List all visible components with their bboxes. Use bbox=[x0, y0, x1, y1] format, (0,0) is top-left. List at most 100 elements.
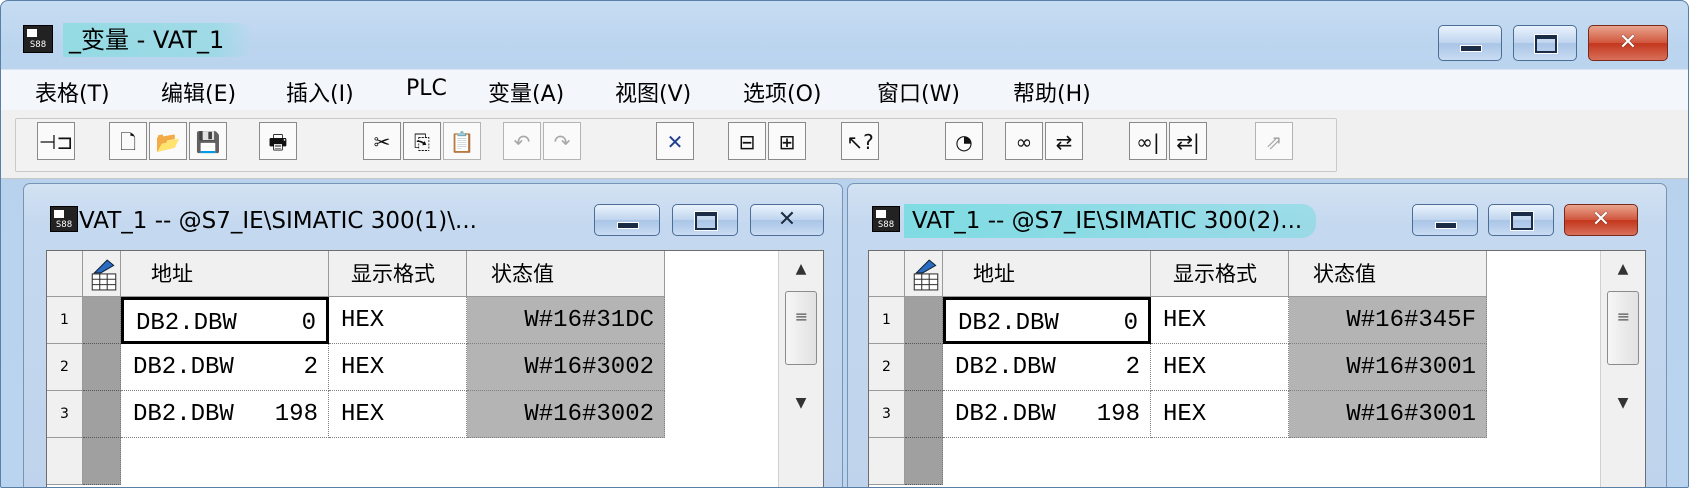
new-file-icon[interactable]: 🗋 bbox=[109, 122, 147, 160]
vat-window-icon: S88 bbox=[50, 206, 78, 232]
vat-window-1: S88 VAT_1 -- @S7_IE\SIMATIC 300(1)\... ✕… bbox=[23, 183, 843, 487]
address-cell[interactable]: DB2.DBW 0 bbox=[121, 297, 329, 344]
row-selector[interactable] bbox=[905, 438, 943, 485]
undo-icon[interactable]: ↶ bbox=[503, 122, 541, 160]
address-cell[interactable]: DB2.DBW 198 bbox=[943, 391, 1151, 438]
format-cell[interactable]: HEX bbox=[329, 297, 467, 344]
row-number[interactable]: 1 bbox=[869, 297, 905, 344]
scroll-down-icon[interactable]: ▼ bbox=[1601, 385, 1645, 421]
monitor-glasses-icon[interactable]: ∞ bbox=[1005, 122, 1043, 160]
row-selector[interactable] bbox=[83, 344, 121, 391]
maximize-button[interactable] bbox=[1513, 25, 1577, 61]
cut-icon[interactable]: ✂ bbox=[363, 122, 401, 160]
column-header-format[interactable]: 显示格式 bbox=[329, 251, 467, 297]
format-cell[interactable]: HEX bbox=[329, 344, 467, 391]
window-title: _变量 - VAT_1 bbox=[63, 23, 255, 57]
vat-1-maximize-button[interactable] bbox=[672, 204, 738, 236]
scroll-thumb[interactable]: ≡ bbox=[1607, 291, 1639, 365]
vat-1-close-button[interactable]: ✕ bbox=[750, 204, 824, 236]
vat-window-2: S88 VAT_1 -- @S7_IE\SIMATIC 300(2)... ✕ … bbox=[847, 183, 1667, 487]
row-selector[interactable] bbox=[83, 438, 121, 485]
pin-icon[interactable]: ⊣⊐ bbox=[37, 122, 75, 160]
scroll-up-icon[interactable]: ▲ bbox=[779, 251, 823, 287]
row-number[interactable]: 2 bbox=[47, 344, 83, 391]
column-header-address[interactable]: 地址 bbox=[943, 251, 1151, 297]
vat-2-maximize-button[interactable] bbox=[1488, 204, 1554, 236]
toolbar: ⊣⊐ 🗋 📂 💾 🖶 ✂ ⎘ 📋 ↶ ↷ ✕ ⊟ ⊞ ↖? ◔ ∞ ⇄ ∞| ⇄… bbox=[1, 110, 1688, 179]
close-button[interactable]: ✕ bbox=[1588, 25, 1668, 61]
online-icon[interactable]: ⊟ bbox=[728, 122, 766, 160]
paste-icon[interactable]: 📋 bbox=[443, 122, 481, 160]
vertical-scrollbar[interactable]: ▲ ≡ ▼ bbox=[778, 251, 823, 487]
force-icon[interactable]: ⇗ bbox=[1255, 122, 1293, 160]
simatic-app-icon: S88 bbox=[23, 25, 53, 53]
column-header-status[interactable]: 状态值 bbox=[467, 251, 665, 297]
copy-icon[interactable]: ⎘ bbox=[403, 122, 441, 160]
vat-window-1-title: VAT_1 -- @S7_IE\SIMATIC 300(1)\... bbox=[79, 208, 477, 234]
delete-icon[interactable]: ✕ bbox=[656, 122, 694, 160]
monitor-trigger-icon[interactable]: ◔ bbox=[945, 122, 983, 160]
open-folder-icon[interactable]: 📂 bbox=[149, 122, 187, 160]
row-number[interactable] bbox=[869, 438, 905, 485]
menu-variable[interactable]: 变量(A) bbox=[488, 76, 564, 108]
scroll-down-icon[interactable]: ▼ bbox=[779, 385, 823, 421]
row-number[interactable]: 3 bbox=[47, 391, 83, 438]
vertical-scrollbar[interactable]: ▲ ≡ ▼ bbox=[1600, 251, 1645, 487]
row-number[interactable]: 2 bbox=[869, 344, 905, 391]
scroll-thumb[interactable]: ≡ bbox=[785, 291, 817, 365]
address-cell[interactable]: DB2.DBW 198 bbox=[121, 391, 329, 438]
monitor-once-icon[interactable]: ∞| bbox=[1129, 122, 1167, 160]
menu-table[interactable]: 表格(T) bbox=[35, 76, 110, 108]
column-header-status[interactable]: 状态值 bbox=[1289, 251, 1487, 297]
vat-1-minimize-button[interactable] bbox=[594, 204, 660, 236]
row-number[interactable]: 3 bbox=[869, 391, 905, 438]
row-number[interactable]: 1 bbox=[47, 297, 83, 344]
row-selector[interactable] bbox=[83, 391, 121, 438]
save-icon[interactable]: 💾 bbox=[189, 122, 227, 160]
format-cell[interactable]: HEX bbox=[1151, 297, 1289, 344]
menu-view[interactable]: 视图(V) bbox=[615, 76, 691, 108]
column-header-format[interactable]: 显示格式 bbox=[1151, 251, 1289, 297]
row-selector[interactable] bbox=[905, 344, 943, 391]
vat-2-minimize-button[interactable] bbox=[1412, 204, 1478, 236]
menu-help[interactable]: 帮助(H) bbox=[1013, 76, 1091, 108]
row-selector[interactable] bbox=[905, 391, 943, 438]
vat-2-table: 地址 显示格式 状态值 1 DB2.DBW 0 HEX W#16#345F 2 D… bbox=[868, 250, 1646, 487]
modify-once-icon[interactable]: ⇄| bbox=[1169, 122, 1207, 160]
format-cell[interactable]: HEX bbox=[329, 391, 467, 438]
row-number[interactable] bbox=[47, 438, 83, 485]
menu-bar: 表格(T) 编辑(E) 插入(I) PLC 变量(A) 视图(V) 选项(O) … bbox=[1, 69, 1688, 111]
vat-window-2-title: VAT_1 -- @S7_IE\SIMATIC 300(2)... bbox=[904, 204, 1317, 238]
header-symbol[interactable] bbox=[83, 251, 121, 297]
modify-icon[interactable]: ⇄ bbox=[1045, 122, 1083, 160]
menu-options[interactable]: 选项(O) bbox=[743, 76, 821, 108]
address-cell[interactable]: DB2.DBW 2 bbox=[121, 344, 329, 391]
table-symbol-icon bbox=[91, 259, 117, 291]
minimize-button[interactable] bbox=[1438, 25, 1502, 61]
close-icon: ✕ bbox=[1618, 30, 1638, 55]
address-cell[interactable]: DB2.DBW 2 bbox=[943, 344, 1151, 391]
help-pointer-icon[interactable]: ↖? bbox=[841, 122, 879, 160]
format-cell[interactable]: HEX bbox=[1151, 391, 1289, 438]
format-cell[interactable]: HEX bbox=[1151, 344, 1289, 391]
minimize-icon bbox=[1460, 44, 1482, 52]
row-selector[interactable] bbox=[905, 297, 943, 344]
scroll-up-icon[interactable]: ▲ bbox=[1601, 251, 1645, 287]
menu-insert[interactable]: 插入(I) bbox=[286, 76, 354, 108]
header-corner bbox=[869, 251, 905, 297]
print-icon[interactable]: 🖶 bbox=[259, 122, 297, 160]
redo-icon[interactable]: ↷ bbox=[543, 122, 581, 160]
status-value-cell: W#16#3002 bbox=[467, 344, 665, 391]
station-icon[interactable]: ⊞ bbox=[768, 122, 806, 160]
row-selector[interactable] bbox=[83, 297, 121, 344]
menu-edit[interactable]: 编辑(E) bbox=[161, 76, 236, 108]
table-symbol-icon bbox=[913, 259, 939, 291]
status-value-cell: W#16#345F bbox=[1289, 297, 1487, 344]
menu-window[interactable]: 窗口(W) bbox=[877, 76, 960, 108]
vat-2-close-button[interactable]: ✕ bbox=[1564, 204, 1638, 236]
address-cell[interactable]: DB2.DBW 0 bbox=[943, 297, 1151, 344]
column-header-address[interactable]: 地址 bbox=[121, 251, 329, 297]
header-symbol[interactable] bbox=[905, 251, 943, 297]
menu-plc[interactable]: PLC bbox=[406, 76, 447, 101]
close-icon: ✕ bbox=[777, 207, 797, 232]
